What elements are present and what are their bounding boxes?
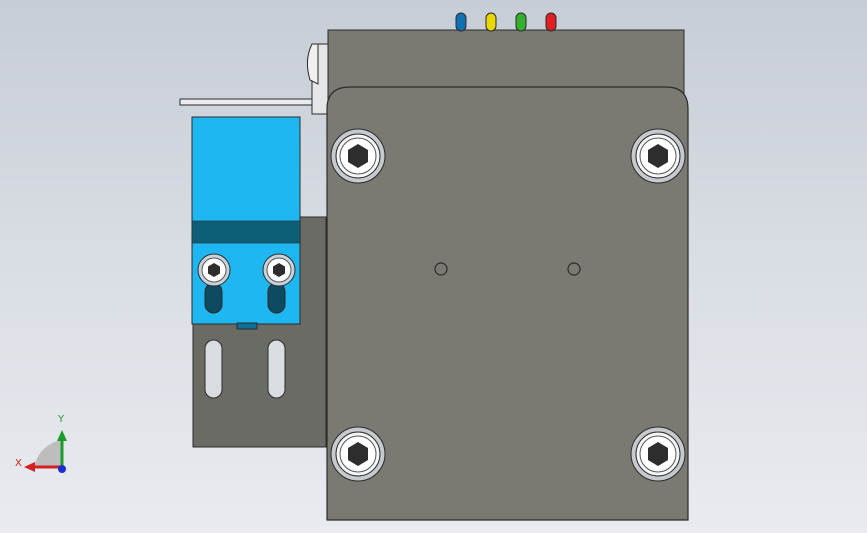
sensor-screw-right bbox=[262, 253, 296, 287]
screw-bottom-right bbox=[630, 426, 686, 482]
wire-green bbox=[515, 12, 527, 32]
sensor-band bbox=[191, 220, 301, 244]
screw-top-left bbox=[330, 128, 386, 184]
sensor-slot-left bbox=[204, 282, 223, 314]
sensor-screw-left bbox=[197, 253, 231, 287]
axis-triad bbox=[24, 430, 67, 473]
triad-plane-shade bbox=[34, 440, 62, 467]
axis-y-label: Y bbox=[58, 414, 65, 425]
axis-x-label: X bbox=[15, 458, 22, 469]
bracket-slot-left bbox=[204, 339, 223, 399]
screw-bottom-left bbox=[330, 426, 386, 482]
z-axis-dot bbox=[58, 465, 66, 473]
y-axis-arrow bbox=[57, 430, 67, 441]
cad-viewport[interactable]: X Y bbox=[0, 0, 867, 533]
sensor-slot-right bbox=[267, 282, 286, 314]
bracket-roller bbox=[306, 43, 319, 85]
sensor-connector bbox=[236, 322, 258, 330]
wire-blue bbox=[455, 12, 467, 32]
wire-yellow bbox=[485, 12, 497, 32]
x-axis-arrow bbox=[24, 462, 35, 472]
wire-red bbox=[545, 12, 557, 32]
screw-top-right bbox=[630, 128, 686, 184]
bracket-arm bbox=[179, 98, 331, 106]
bracket-slot-right bbox=[267, 339, 286, 399]
model-drawing bbox=[24, 12, 689, 521]
